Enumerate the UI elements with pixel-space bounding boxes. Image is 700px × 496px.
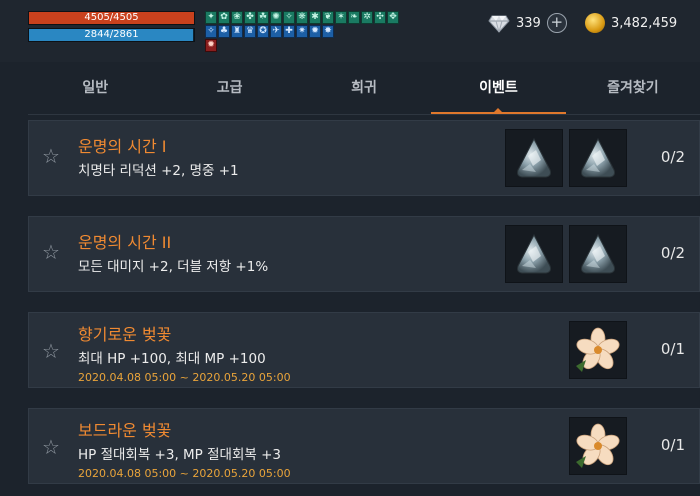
tab-label: 일반 (82, 80, 109, 96)
favorite-star-icon[interactable]: ☆ (42, 339, 60, 363)
buff-icon[interactable]: ✪ (257, 25, 269, 38)
buff-icon[interactable]: ✚ (283, 25, 295, 38)
tab-2[interactable]: 희귀 (297, 62, 431, 114)
favorite-star-icon[interactable]: ☆ (42, 240, 60, 264)
item-progress-count: 0/2 (660, 148, 685, 166)
tab-label: 이벤트 (479, 80, 518, 96)
debuff-row: ✹ (205, 39, 415, 52)
tab-1[interactable]: 고급 (162, 62, 296, 114)
buff-icon[interactable]: ✱ (309, 11, 321, 24)
crystal-stone-icon[interactable] (505, 129, 563, 187)
gold-amount: 3,482,459 (611, 15, 678, 31)
mp-text: 2844/2861 (84, 29, 139, 40)
gold-currency: 3,482,459 (585, 13, 677, 33)
gem-amount: 339 (516, 15, 541, 31)
buff-icon[interactable]: ☘ (257, 11, 269, 24)
item-title: 향기로운 벚꽃 (78, 325, 172, 344)
item-title: 운명의 시간 I (78, 137, 167, 156)
tabs-divider (28, 114, 700, 115)
item-description: 최대 HP +100, 최대 MP +100 (78, 351, 266, 367)
tab-0[interactable]: 일반 (28, 62, 162, 114)
item-event-period: 2020.04.08 05:00 ~ 2020.05.20 05:00 (78, 467, 291, 480)
tab-3[interactable]: 이벤트 (431, 62, 567, 114)
buff-icon[interactable]: ✷ (296, 25, 308, 38)
buff-icon[interactable]: ❧ (348, 11, 360, 24)
buff-icon[interactable]: ❦ (322, 11, 334, 24)
item-progress-count: 0/1 (660, 436, 685, 454)
diamond-icon (488, 15, 510, 33)
cherry-blossom-icon[interactable] (569, 321, 627, 379)
mp-bar: 2844/2861 (28, 28, 195, 42)
buff-icon[interactable]: ✸ (322, 25, 334, 38)
buff-icon[interactable]: ✣ (374, 11, 386, 24)
item-description: HP 절대회복 +3, MP 절대회복 +3 (78, 447, 281, 463)
item-description: 모든 대미지 +2, 더블 저항 +1% (78, 259, 269, 275)
hp-bar: 4505/4505 (28, 11, 195, 25)
category-tabs: 일반 고급 희귀 이벤트 즐겨찾기 (28, 62, 700, 114)
tab-4[interactable]: 즐겨찾기 (566, 62, 700, 114)
crystal-stone-icon[interactable] (569, 129, 627, 187)
buff-icon[interactable]: ✧ (205, 25, 217, 38)
buff-icon[interactable]: ✤ (244, 11, 256, 24)
favorite-star-icon[interactable]: ☆ (42, 144, 60, 168)
buff-icon[interactable]: ♜ (231, 25, 243, 38)
tab-label: 고급 (216, 80, 243, 96)
collection-list[interactable]: ☆ 운명의 시간 I 치명타 리덕션 +2, 명중 +1 0/2 ☆ 운명의 시간 II 모… (28, 120, 700, 496)
collection-item[interactable]: ☆ 운명의 시간 II 모든 대미지 +2, 더블 저항 +1% 0/2 (28, 216, 700, 292)
buff-icon[interactable]: ✧ (283, 11, 295, 24)
item-progress-count: 0/1 (660, 340, 685, 358)
favorite-star-icon[interactable]: ☆ (42, 435, 60, 459)
buff-icon[interactable]: ♛ (244, 25, 256, 38)
crystal-stone-icon[interactable] (569, 225, 627, 283)
active-tab-caret-icon (494, 108, 503, 112)
item-description: 치명타 리덕션 +2, 명중 +1 (78, 163, 239, 179)
buff-row: ✧ ♣ ♜ ♛ ✪ ✈ ✚ ✷ ✹ ✸ (205, 25, 415, 38)
buff-icon[interactable]: ✹ (309, 25, 321, 38)
status-hud: 4505/4505 2844/2861 ✦ ✿ ❀ ✤ ☘ ✺ ✧ ❋ ✱ ❦ ✶ ❧ ✲ ✣ ✥ ✧ ♣ ♜ ♛… (0, 0, 700, 62)
collection-item[interactable]: ☆ 향기로운 벚꽃최대 HP +100, 최대 MP +100 2020.04.08… (28, 312, 700, 388)
buff-icon[interactable]: ✦ (205, 11, 217, 24)
buff-icon[interactable]: ♣ (218, 25, 230, 38)
gem-currency: 339 + (488, 13, 567, 33)
cherry-blossom-icon[interactable] (569, 417, 627, 475)
buff-row: ✦ ✿ ❀ ✤ ☘ ✺ ✧ ❋ ✱ ❦ ✶ ❧ ✲ ✣ ✥ (205, 11, 415, 24)
buff-icons: ✦ ✿ ❀ ✤ ☘ ✺ ✧ ❋ ✱ ❦ ✶ ❧ ✲ ✣ ✥ ✧ ♣ ♜ ♛ ✪ ✈ ✚ ✷ ✹ ✸ ✹ (205, 11, 415, 53)
collection-item[interactable]: ☆ 보드라운 벚꽃 HP 절대회복 +3, MP 절대회복 +3 2020.04.08… (28, 408, 700, 484)
item-event-period: 2020.04.08 05:00 ~ 2020.05.20 05:00 (78, 371, 291, 384)
item-title: 보드라운 벚꽃 (78, 421, 172, 440)
buff-icon[interactable]: ✲ (361, 11, 373, 24)
debuff-icon[interactable]: ✹ (205, 39, 217, 52)
buff-icon[interactable]: ✿ (218, 11, 230, 24)
buff-icon[interactable]: ✈ (270, 25, 282, 38)
buff-icon[interactable]: ✶ (335, 11, 347, 24)
buff-icon[interactable]: ✺ (270, 11, 282, 24)
buff-icon[interactable]: ✥ (387, 11, 399, 24)
hp-text: 4505/4505 (84, 12, 139, 23)
collection-item[interactable]: ☆ 운명의 시간 I 치명타 리덕션 +2, 명중 +1 0/2 (28, 120, 700, 196)
tab-label: 희귀 (351, 80, 377, 96)
add-gems-button[interactable]: + (546, 13, 567, 33)
tab-label: 즐겨찾기 (607, 80, 659, 96)
gold-coin-icon (585, 13, 605, 33)
item-progress-count: 0/2 (660, 244, 685, 262)
buff-icon[interactable]: ❋ (296, 11, 308, 24)
crystal-stone-icon[interactable] (505, 225, 563, 283)
item-title: 운명의 시간 II (78, 233, 172, 252)
buff-icon[interactable]: ❀ (231, 11, 243, 24)
